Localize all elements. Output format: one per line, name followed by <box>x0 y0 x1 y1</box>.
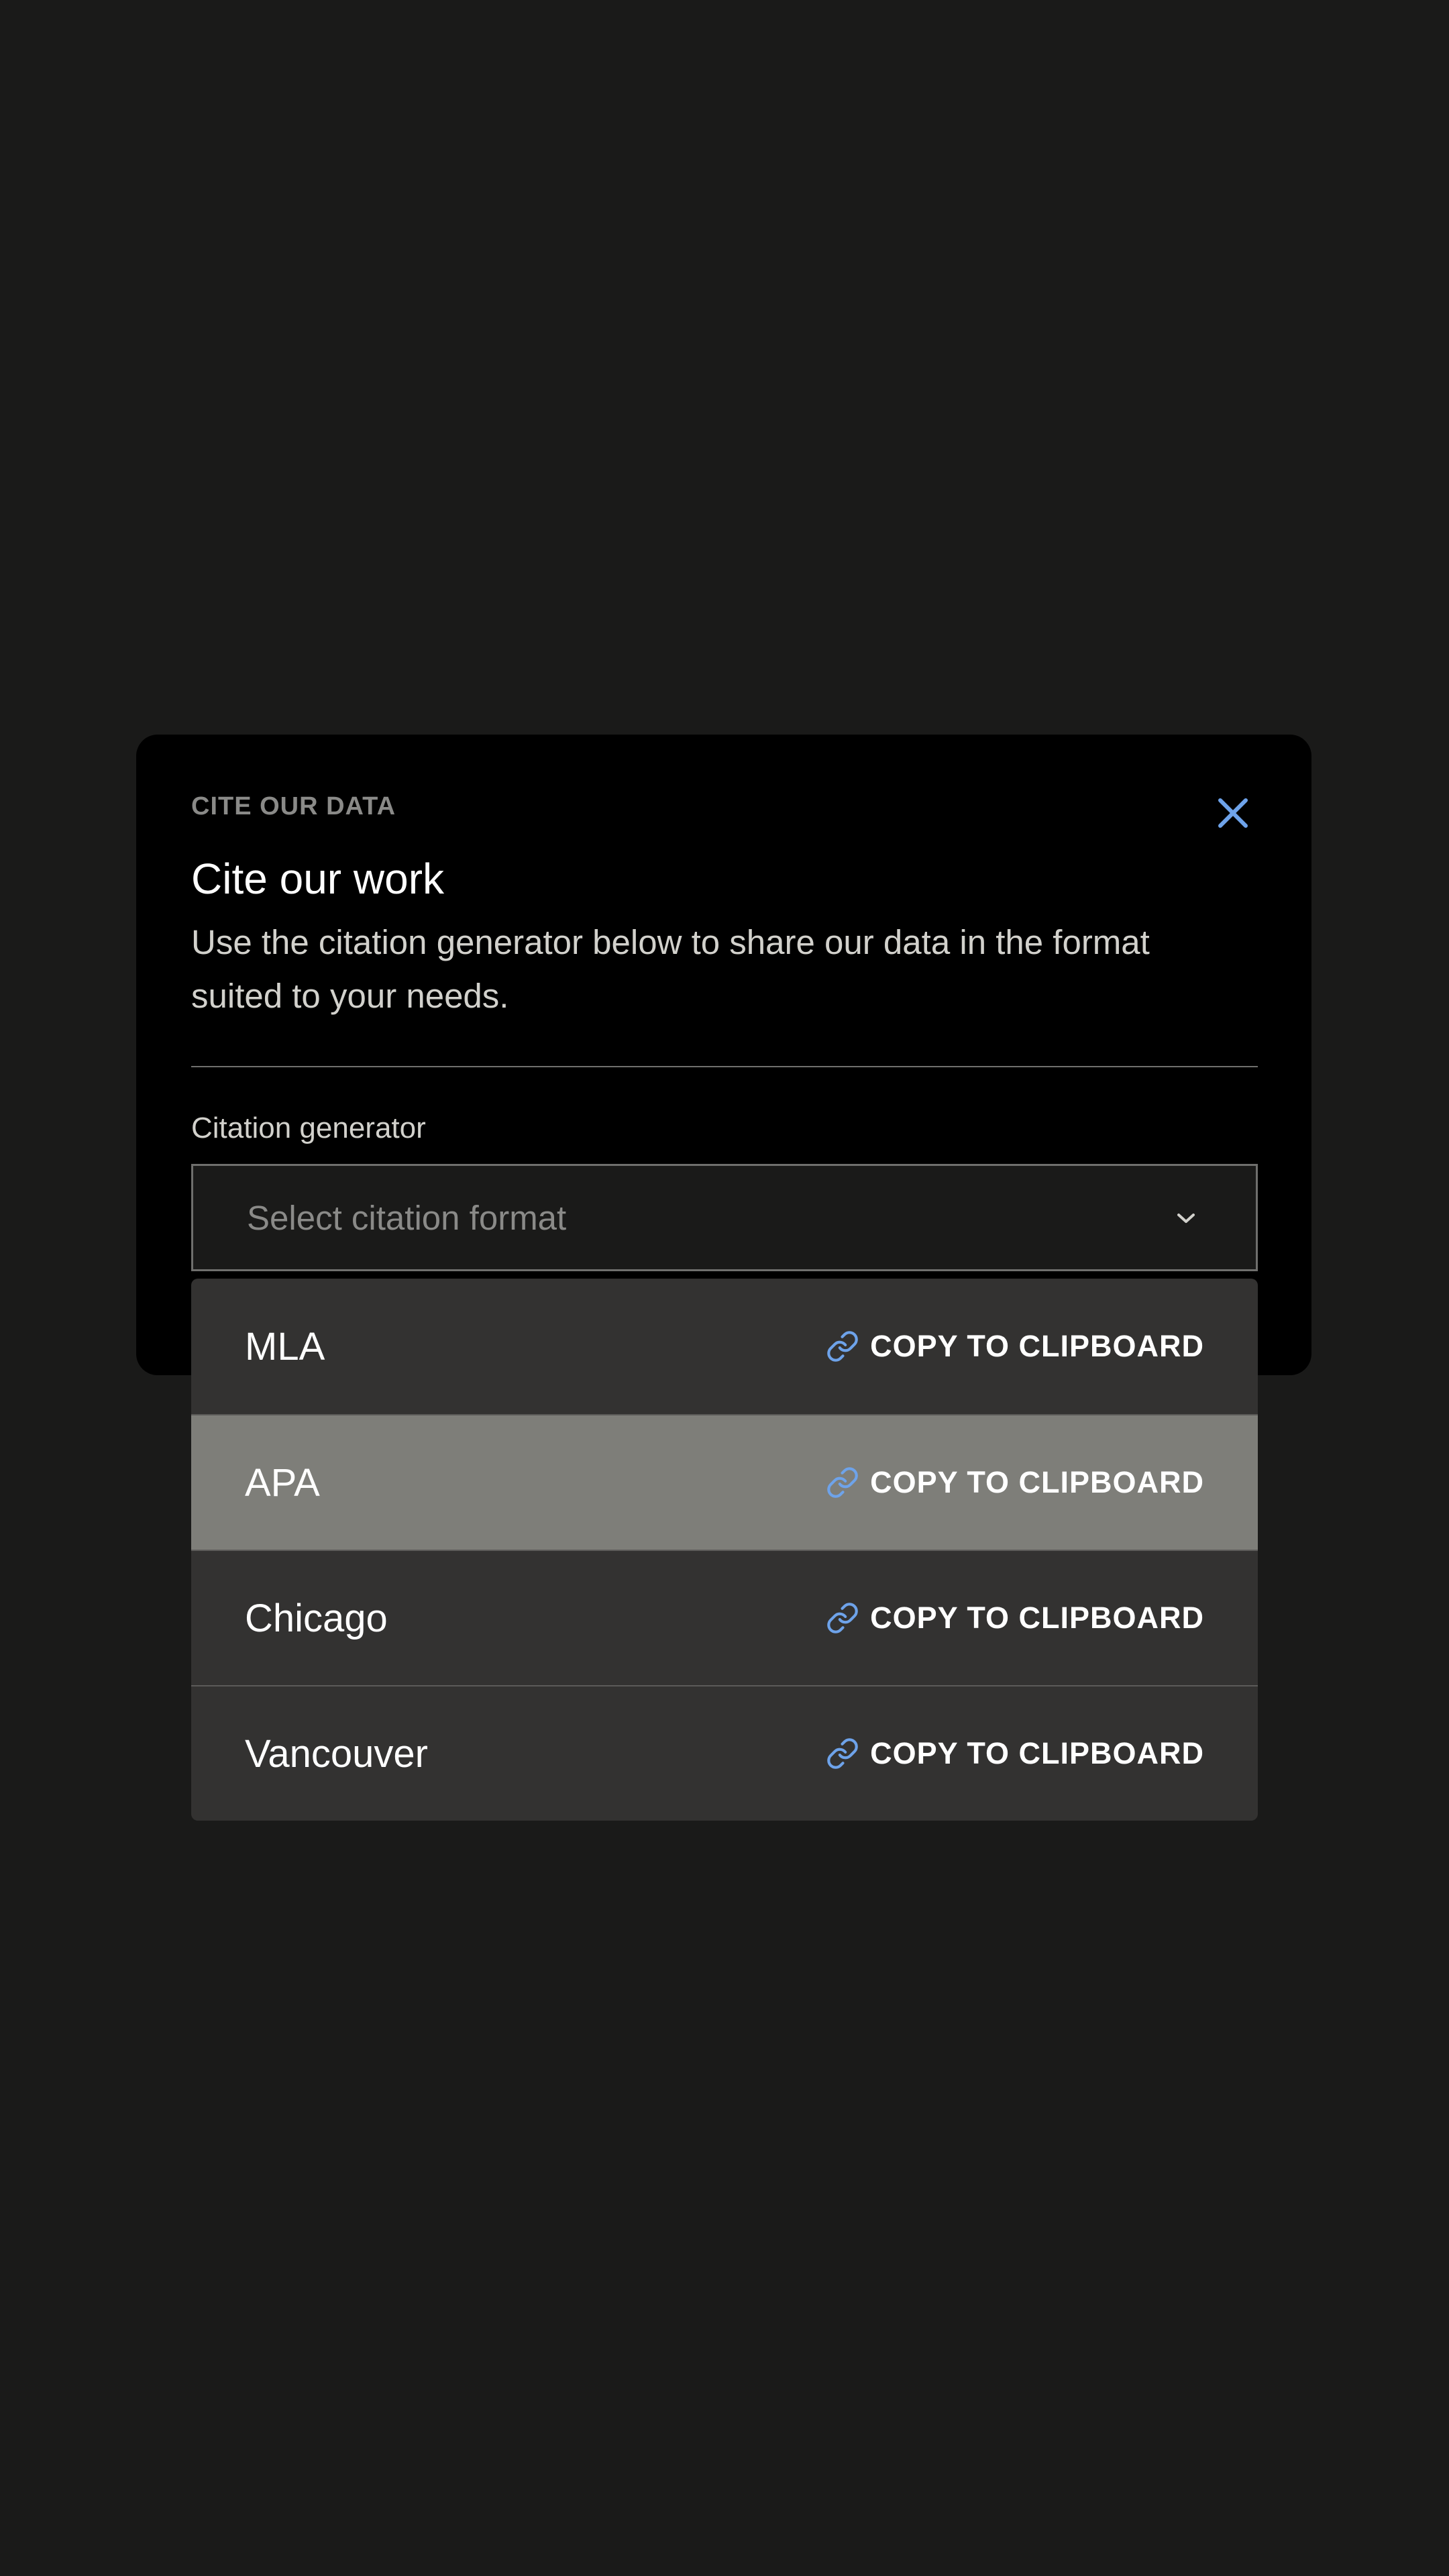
option-label: APA <box>245 1460 320 1505</box>
close-icon <box>1218 798 1248 828</box>
link-icon <box>826 1330 859 1363</box>
copy-label: COPY TO CLIPBOARD <box>870 1465 1204 1499</box>
option-chicago[interactable]: Chicago COPY TO CLIPBOARD <box>191 1550 1258 1685</box>
divider <box>191 1066 1258 1067</box>
option-label: MLA <box>245 1324 325 1368</box>
copy-to-clipboard-button[interactable]: COPY TO CLIPBOARD <box>826 1736 1204 1771</box>
copy-label: COPY TO CLIPBOARD <box>870 1329 1204 1363</box>
citation-generator-label: Citation generator <box>191 1112 426 1144</box>
copy-label: COPY TO CLIPBOARD <box>870 1601 1204 1635</box>
page-background: CITE OUR DATA Cite our work Use the cita… <box>0 0 1449 2576</box>
option-mla[interactable]: MLA COPY TO CLIPBOARD <box>191 1279 1258 1414</box>
modal-eyebrow: CITE OUR DATA <box>191 792 396 820</box>
option-label: Chicago <box>245 1596 388 1640</box>
link-icon <box>826 1737 859 1770</box>
chevron-down-icon <box>1173 1205 1199 1232</box>
modal-description: Use the citation generator below to shar… <box>191 923 1150 1015</box>
close-button[interactable] <box>1210 790 1256 837</box>
copy-to-clipboard-button[interactable]: COPY TO CLIPBOARD <box>826 1329 1204 1364</box>
copy-to-clipboard-button[interactable]: COPY TO CLIPBOARD <box>826 1465 1204 1500</box>
option-vancouver[interactable]: Vancouver COPY TO CLIPBOARD <box>191 1685 1258 1821</box>
option-label: Vancouver <box>245 1731 428 1776</box>
citation-format-dropdown: MLA COPY TO CLIPBOARD APA COPY TO CLIPBO… <box>191 1279 1258 1821</box>
select-placeholder: Select citation format <box>247 1198 567 1237</box>
link-icon <box>826 1601 859 1635</box>
copy-label: COPY TO CLIPBOARD <box>870 1736 1204 1770</box>
link-icon <box>826 1466 859 1499</box>
copy-to-clipboard-button[interactable]: COPY TO CLIPBOARD <box>826 1601 1204 1635</box>
modal-title: Cite our work <box>191 855 444 903</box>
citation-format-select[interactable]: Select citation format <box>191 1164 1258 1271</box>
option-apa[interactable]: APA COPY TO CLIPBOARD <box>191 1414 1258 1550</box>
